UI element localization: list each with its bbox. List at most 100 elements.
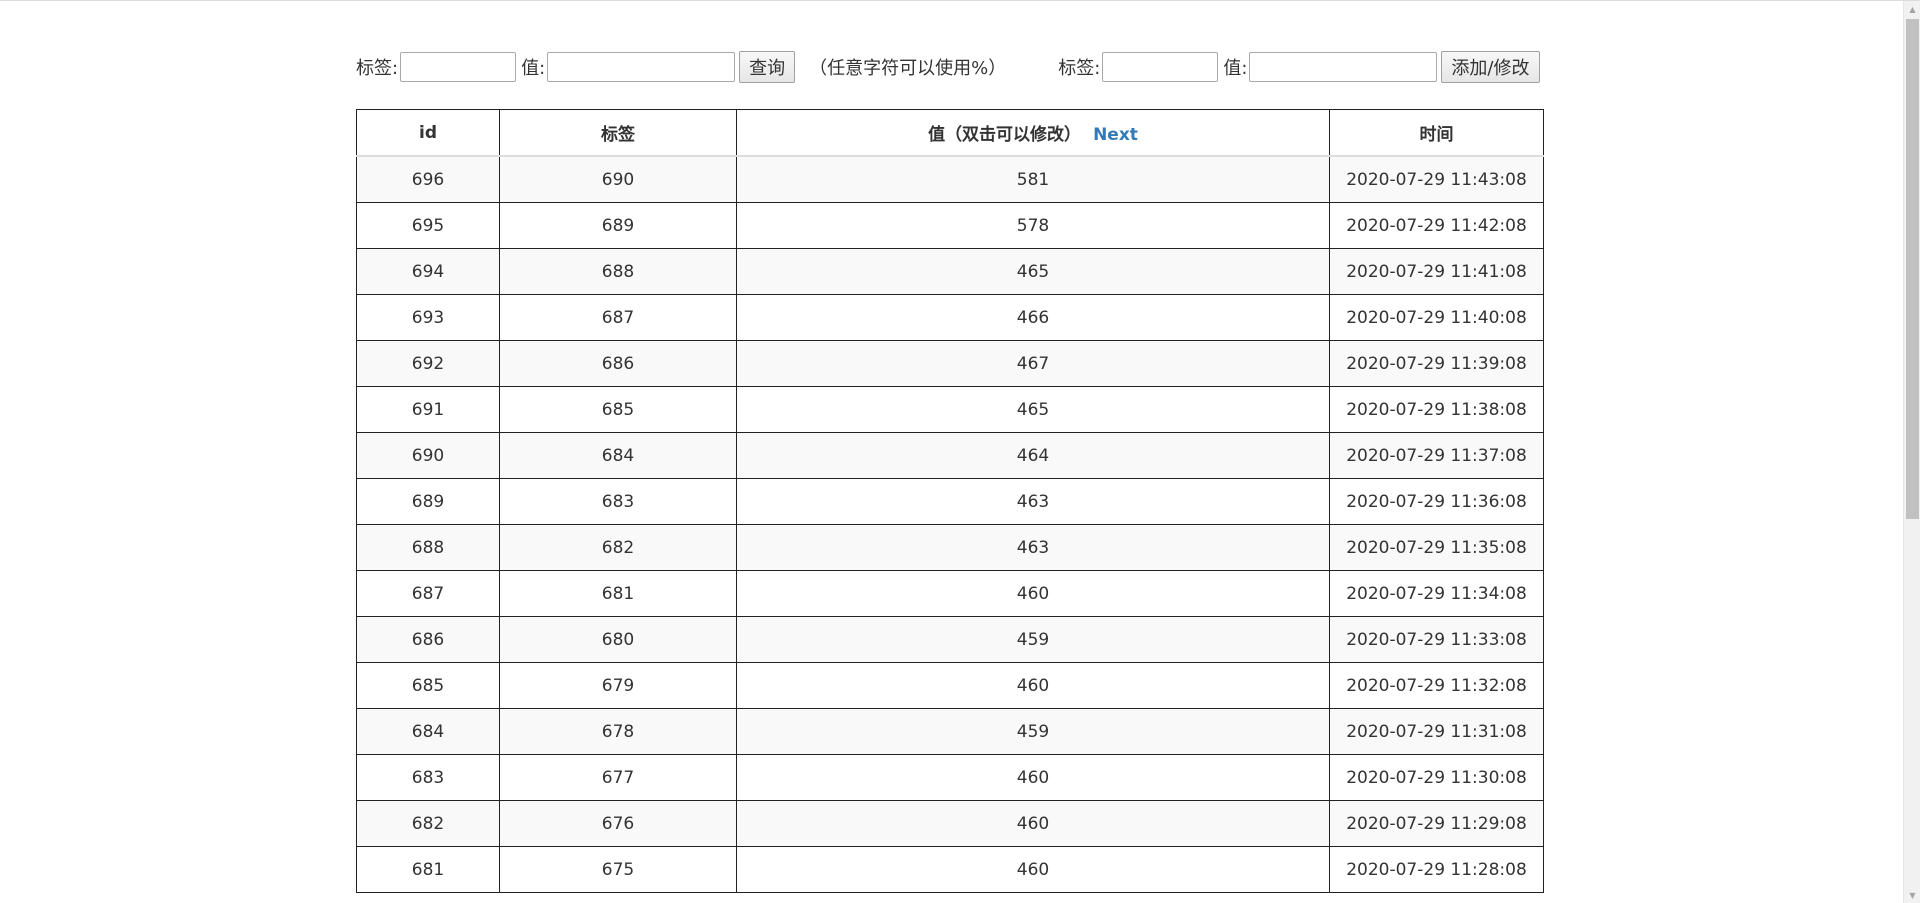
- cell-time: 2020-07-29 11:30:08: [1329, 754, 1544, 801]
- toolbar: 标签: 值: 查询 （任意字符可以使用%） 标签: 值: 添加/修改: [356, 50, 1540, 84]
- cell-id: 681: [356, 846, 500, 893]
- cell-value[interactable]: 463: [736, 524, 1330, 571]
- table-row: 689 683 463 2020-07-29 11:36:08: [356, 478, 1544, 525]
- cell-tag: 690: [499, 155, 737, 203]
- cell-tag: 683: [499, 478, 737, 525]
- wildcard-hint: （任意字符可以使用%）: [809, 58, 1007, 79]
- data-table-container: id 标签 值（双击可以修改） Next 时间 696 690 581 2020-07-…: [356, 109, 1544, 893]
- query-button[interactable]: 查询: [739, 51, 796, 83]
- cell-tag: 685: [499, 386, 737, 433]
- cell-id: 695: [356, 202, 500, 249]
- table-row: 691 685 465 2020-07-29 11:38:08: [356, 386, 1544, 433]
- cell-value[interactable]: 581: [736, 155, 1330, 203]
- search-tag-input[interactable]: [400, 52, 517, 82]
- table-row: 692 686 467 2020-07-29 11:39:08: [356, 340, 1544, 387]
- cell-value[interactable]: 466: [736, 294, 1330, 341]
- table-row: 696 690 581 2020-07-29 11:43:08: [356, 155, 1544, 203]
- cell-tag: 678: [499, 708, 737, 755]
- cell-id: 694: [356, 248, 500, 295]
- cell-time: 2020-07-29 11:35:08: [1329, 524, 1544, 571]
- cell-time: 2020-07-29 11:29:08: [1329, 800, 1544, 847]
- cell-tag: 682: [499, 524, 737, 571]
- table-row: 683 677 460 2020-07-29 11:30:08: [356, 754, 1544, 801]
- cell-tag: 675: [499, 846, 737, 893]
- edit-tag-label: 标签:: [1058, 58, 1101, 79]
- cell-value[interactable]: 460: [736, 662, 1330, 709]
- cell-value[interactable]: 460: [736, 846, 1330, 893]
- search-tag-label: 标签:: [356, 58, 399, 79]
- table-row: 682 676 460 2020-07-29 11:29:08: [356, 800, 1544, 847]
- column-header-tag: 标签: [499, 109, 737, 157]
- cell-id: 685: [356, 662, 500, 709]
- cell-tag: 687: [499, 294, 737, 341]
- scrollbar-thumb[interactable]: [1906, 19, 1919, 519]
- cell-tag: 684: [499, 432, 737, 479]
- edit-value-input[interactable]: [1249, 52, 1438, 82]
- cell-tag: 686: [499, 340, 737, 387]
- cell-value[interactable]: 460: [736, 754, 1330, 801]
- table-row: 686 680 459 2020-07-29 11:33:08: [356, 616, 1544, 663]
- cell-id: 684: [356, 708, 500, 755]
- cell-tag: 676: [499, 800, 737, 847]
- cell-value[interactable]: 460: [736, 570, 1330, 617]
- table-row: 685 679 460 2020-07-29 11:32:08: [356, 662, 1544, 709]
- cell-value[interactable]: 464: [736, 432, 1330, 479]
- cell-value[interactable]: 463: [736, 478, 1330, 525]
- scroll-up-arrow-icon[interactable]: ▲: [1904, 1, 1920, 18]
- column-header-value-label: 值（双击可以修改）: [928, 125, 1082, 145]
- cell-time: 2020-07-29 11:40:08: [1329, 294, 1544, 341]
- cell-time: 2020-07-29 11:31:08: [1329, 708, 1544, 755]
- table-row: 694 688 465 2020-07-29 11:41:08: [356, 248, 1544, 295]
- cell-value[interactable]: 459: [736, 616, 1330, 663]
- cell-tag: 681: [499, 570, 737, 617]
- vertical-scrollbar[interactable]: ▲ ▼: [1903, 1, 1920, 903]
- search-value-label: 值:: [521, 58, 546, 79]
- column-header-id: id: [356, 109, 500, 157]
- scroll-down-arrow-icon[interactable]: ▼: [1904, 887, 1920, 903]
- cell-time: 2020-07-29 11:42:08: [1329, 202, 1544, 249]
- table-row: 684 678 459 2020-07-29 11:31:08: [356, 708, 1544, 755]
- cell-tag: 688: [499, 248, 737, 295]
- cell-id: 682: [356, 800, 500, 847]
- cell-tag: 689: [499, 202, 737, 249]
- cell-time: 2020-07-29 11:37:08: [1329, 432, 1544, 479]
- next-page-link[interactable]: Next: [1093, 125, 1138, 145]
- table-row: 688 682 463 2020-07-29 11:35:08: [356, 524, 1544, 571]
- cell-value[interactable]: 459: [736, 708, 1330, 755]
- column-header-time: 时间: [1329, 109, 1544, 157]
- table-header-row: id 标签 值（双击可以修改） Next 时间: [356, 109, 1544, 157]
- table-body: 696 690 581 2020-07-29 11:43:08 695 689 578 202…: [356, 155, 1544, 893]
- edit-tag-input[interactable]: [1102, 52, 1219, 82]
- table-row: 681 675 460 2020-07-29 11:28:08: [356, 846, 1544, 893]
- cell-value[interactable]: 578: [736, 202, 1330, 249]
- cell-time: 2020-07-29 11:39:08: [1329, 340, 1544, 387]
- cell-time: 2020-07-29 11:38:08: [1329, 386, 1544, 433]
- cell-id: 690: [356, 432, 500, 479]
- cell-time: 2020-07-29 11:33:08: [1329, 616, 1544, 663]
- cell-id: 693: [356, 294, 500, 341]
- table-row: 687 681 460 2020-07-29 11:34:08: [356, 570, 1544, 617]
- cell-id: 689: [356, 478, 500, 525]
- column-header-value: 值（双击可以修改） Next: [736, 109, 1330, 157]
- cell-time: 2020-07-29 11:28:08: [1329, 846, 1544, 893]
- cell-time: 2020-07-29 11:41:08: [1329, 248, 1544, 295]
- cell-value[interactable]: 460: [736, 800, 1330, 847]
- cell-time: 2020-07-29 11:32:08: [1329, 662, 1544, 709]
- table-row: 693 687 466 2020-07-29 11:40:08: [356, 294, 1544, 341]
- cell-time: 2020-07-29 11:36:08: [1329, 478, 1544, 525]
- add-modify-button[interactable]: 添加/修改: [1441, 51, 1540, 83]
- cell-id: 686: [356, 616, 500, 663]
- cell-id: 692: [356, 340, 500, 387]
- cell-id: 688: [356, 524, 500, 571]
- table-row: 695 689 578 2020-07-29 11:42:08: [356, 202, 1544, 249]
- search-value-input[interactable]: [547, 52, 736, 82]
- edit-value-label: 值:: [1223, 58, 1248, 79]
- cell-id: 691: [356, 386, 500, 433]
- cell-value[interactable]: 465: [736, 386, 1330, 433]
- cell-tag: 677: [499, 754, 737, 801]
- cell-value[interactable]: 465: [736, 248, 1330, 295]
- cell-id: 687: [356, 570, 500, 617]
- cell-time: 2020-07-29 11:43:08: [1329, 155, 1544, 203]
- cell-value[interactable]: 467: [736, 340, 1330, 387]
- cell-tag: 680: [499, 616, 737, 663]
